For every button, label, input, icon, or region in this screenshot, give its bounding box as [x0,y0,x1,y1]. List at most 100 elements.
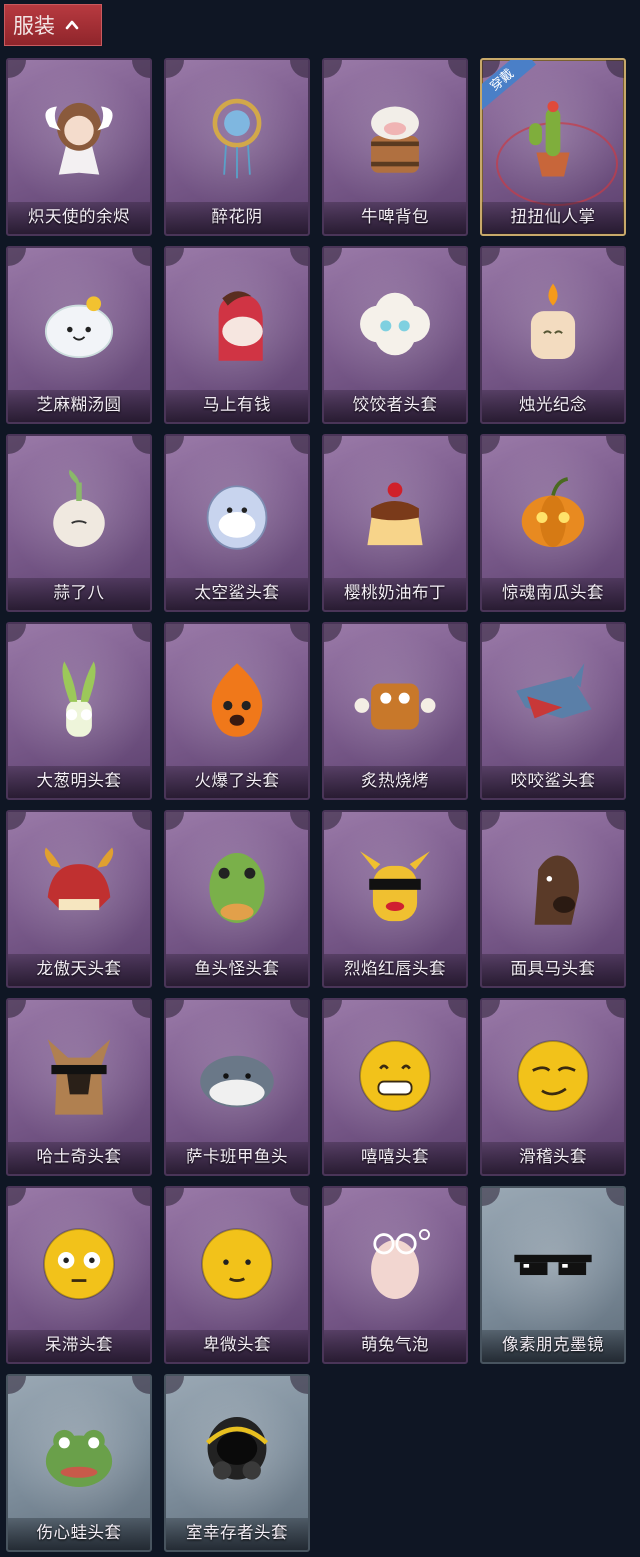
outfit-card-label: 呆滞头套 [8,1330,150,1362]
card-corner-ornament [166,1376,184,1394]
card-corner-ornament [324,248,342,266]
outfit-card[interactable]: 萌兔气泡 [322,1186,468,1364]
card-corner-ornament [482,812,500,830]
card-corner-ornament [482,1188,500,1206]
garlic-icon [53,469,105,547]
card-corner-ornament [324,1000,342,1018]
card-corner-ornament [448,1188,466,1206]
cow-barrel-icon [371,106,419,173]
outfit-card[interactable]: 烈焰红唇头套 [322,810,468,988]
outfit-card-label: 炽天使的余烬 [8,202,150,234]
card-corner-ornament [482,1000,500,1018]
outfit-card[interactable]: 惊魂南瓜头套 [480,434,626,612]
card-corner-ornament [324,812,342,830]
card-corner-ornament [166,624,184,642]
fire-head-icon [211,663,263,737]
card-corner-ornament [132,1376,150,1394]
card-corner-ornament [166,1000,184,1018]
card-corner-ornament [448,60,466,78]
outfit-card-label: 樱桃奶油布丁 [324,578,466,610]
outfit-card-label: 大葱明头套 [8,766,150,798]
card-corner-ornament [132,1188,150,1206]
outfit-card-label: 哈士奇头套 [8,1142,150,1174]
cloud-dumpling-icon [360,292,430,356]
outfit-card[interactable]: 炽天使的余烬 [6,58,152,236]
card-corner-ornament [132,248,150,266]
card-corner-ornament [290,624,308,642]
card-corner-ornament [290,1000,308,1018]
card-corner-ornament [166,1188,184,1206]
card-corner-ornament [324,624,342,642]
outfit-card[interactable]: 哈士奇头套 [6,998,152,1176]
card-corner-ornament [8,1188,26,1206]
card-corner-ornament [606,436,624,454]
outfit-card-label: 萨卡班甲鱼头 [166,1142,308,1174]
card-corner-ornament [8,436,26,454]
outfit-card[interactable]: 咬咬鲨头套 [480,622,626,800]
outfit-card[interactable]: 太空鲨头套 [164,434,310,612]
gas-mask-icon [205,1417,269,1480]
outfit-card[interactable]: 呆滞头套 [6,1186,152,1364]
outfit-card[interactable]: 像素朋克墨镜 [480,1186,626,1364]
card-corner-ornament [132,812,150,830]
stare-emoji-icon [43,1228,115,1300]
outfit-card[interactable]: 嘻嘻头套 [322,998,468,1176]
outfit-card-label: 芝麻糊汤圆 [8,390,150,422]
candle-icon [530,283,576,359]
dragon-head-icon [44,847,114,911]
outfit-card[interactable]: 炙热烧烤 [322,622,468,800]
outfit-card[interactable]: 烛光纪念 [480,246,626,424]
outfit-card-label: 烛光纪念 [482,390,624,422]
outfit-card-label: 醉花阴 [166,202,308,234]
outfit-card[interactable]: 大葱明头套 [6,622,152,800]
card-corner-ornament [290,1188,308,1206]
outfit-card[interactable]: 火爆了头套 [164,622,310,800]
outfit-card[interactable]: 扭扭仙人掌 穿戴 [480,58,626,236]
card-corner-ornament [166,436,184,454]
outfit-card[interactable]: 面具马头套 [480,810,626,988]
outfit-card[interactable]: 樱桃奶油布丁 [322,434,468,612]
outfit-card-label: 嘻嘻头套 [324,1142,466,1174]
sad-frog-icon [45,1429,113,1487]
outfit-card-label: 伤心蛙头套 [8,1518,150,1550]
card-corner-ornament [132,624,150,642]
outfit-card[interactable]: 蒜了八 [6,434,152,612]
outfit-card-label: 室幸存者头套 [166,1518,308,1550]
grin-emoji-icon [359,1040,431,1112]
card-corner-ornament [8,60,26,78]
outfit-card[interactable]: 芝麻糊汤圆 [6,246,152,424]
outfit-card[interactable]: 醉花阴 [164,58,310,236]
pudding-icon [367,482,423,546]
card-corner-ornament [606,60,624,78]
outfit-card-label: 咬咬鲨头套 [482,766,624,798]
section-header-clothing[interactable]: 服装 [4,4,102,46]
card-corner-ornament [448,248,466,266]
outfit-card[interactable]: 伤心蛙头套 [6,1374,152,1552]
card-corner-ornament [290,436,308,454]
outfit-card[interactable]: 马上有钱 [164,246,310,424]
card-corner-ornament [8,1376,26,1394]
outfit-card[interactable]: 卑微头套 [164,1186,310,1364]
outfit-card-label: 面具马头套 [482,954,624,986]
card-corner-ornament [290,1376,308,1394]
outfit-card[interactable]: 滑稽头套 [480,998,626,1176]
outfit-card-label: 牛啤背包 [324,202,466,234]
outfit-card-label: 卑微头套 [166,1330,308,1362]
shark-icon [516,663,592,719]
outfit-card[interactable]: 牛啤背包 [322,58,468,236]
outfit-card[interactable]: 室幸存者头套 [164,1374,310,1552]
card-corner-ornament [482,436,500,454]
shark-helmet-icon [206,485,268,550]
outfit-card[interactable]: 萨卡班甲鱼头 [164,998,310,1176]
outfit-card[interactable]: 龙傲天头套 [6,810,152,988]
funny-emoji-icon [517,1040,589,1112]
outfit-card[interactable]: 鱼头怪头套 [164,810,310,988]
card-corner-ornament [606,1000,624,1018]
outfit-card-label: 龙傲天头套 [8,954,150,986]
outfit-card[interactable]: 饺饺者头套 [322,246,468,424]
card-corner-ornament [8,624,26,642]
dumpling-icon [44,296,114,359]
outfit-card-label: 蒜了八 [8,578,150,610]
outfit-card-label: 炙热烧烤 [324,766,466,798]
card-corner-ornament [482,248,500,266]
